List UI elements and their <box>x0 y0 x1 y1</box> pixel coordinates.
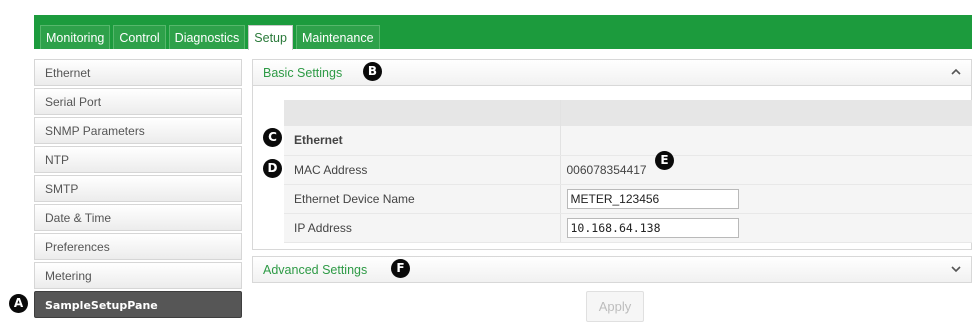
main-tabs: Monitoring Control Diagnostics Setup Mai… <box>40 25 380 50</box>
chevron-up-icon[interactable] <box>949 65 963 79</box>
sidebar-item-ntp[interactable]: NTP <box>34 146 242 173</box>
callout-marker-f: F <box>391 259 410 278</box>
ip-address-label: IP Address <box>284 213 561 243</box>
device-name-row: Ethernet Device Name <box>284 184 972 214</box>
device-name-label: Ethernet Device Name <box>284 184 561 214</box>
ethernet-settings-table: Ethernet MAC Address 006078354417 Ethern… <box>284 100 972 243</box>
sidebar-item-ethernet[interactable]: Ethernet <box>34 59 242 86</box>
callout-marker-a: A <box>9 294 28 313</box>
callout-marker-d: D <box>263 159 282 178</box>
tab-control[interactable]: Control <box>113 25 166 49</box>
callout-marker-b: B <box>363 62 382 81</box>
mac-address-row: MAC Address 006078354417 <box>284 155 972 185</box>
advanced-settings-title: Advanced Settings <box>263 263 368 277</box>
section-row: Ethernet <box>284 126 972 156</box>
mac-address-value: 006078354417 <box>560 155 972 185</box>
tab-maintenance[interactable]: Maintenance <box>295 25 380 49</box>
basic-settings-title: Basic Settings <box>263 66 343 80</box>
mac-address-label: MAC Address <box>284 155 561 185</box>
sidebar-item-metering[interactable]: Metering <box>34 262 242 289</box>
sidebar-item-smtp[interactable]: SMTP <box>34 175 242 202</box>
sidebar-item-date-time[interactable]: Date & Time <box>34 204 242 231</box>
advanced-settings-header[interactable]: Advanced Settings <box>252 256 972 283</box>
sidebar-item-serial-port[interactable]: Serial Port <box>34 88 242 115</box>
callout-marker-c: C <box>263 128 282 147</box>
ip-address-row: IP Address <box>284 213 972 243</box>
callout-marker-e: E <box>655 151 674 170</box>
tab-diagnostics[interactable]: Diagnostics <box>168 25 246 49</box>
ethernet-section-label: Ethernet <box>284 126 561 156</box>
setup-sidebar: Ethernet Serial Port SNMP Parameters NTP… <box>34 59 242 320</box>
apply-button[interactable]: Apply <box>586 291 644 322</box>
sidebar-item-preferences[interactable]: Preferences <box>34 233 242 260</box>
tab-monitoring[interactable]: Monitoring <box>40 25 111 49</box>
table-header-row <box>284 100 972 126</box>
device-name-input[interactable] <box>566 188 739 209</box>
sidebar-item-snmp-parameters[interactable]: SNMP Parameters <box>34 117 242 144</box>
ip-address-input[interactable] <box>566 217 739 238</box>
basic-settings-header[interactable]: Basic Settings <box>252 59 972 86</box>
tab-setup[interactable]: Setup <box>248 25 293 50</box>
chevron-down-icon[interactable] <box>949 262 963 276</box>
sidebar-item-samplesetuppane[interactable]: SampleSetupPane <box>34 291 242 318</box>
